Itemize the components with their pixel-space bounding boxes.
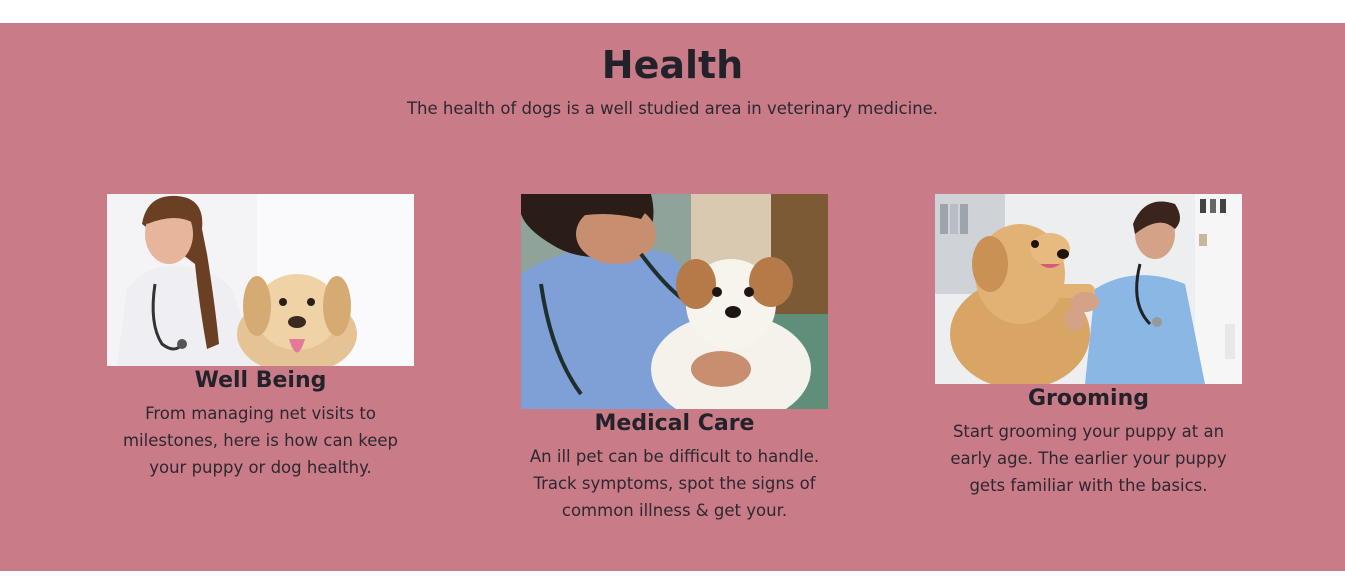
- vet-trimming-golden-retriever-nails-photo: [935, 194, 1242, 384]
- vet-holding-terrier-photo: [521, 194, 828, 409]
- vet-woman-with-labrador-photo: [107, 194, 414, 366]
- card-heading: Grooming: [1027, 386, 1149, 411]
- section-subtitle: The health of dogs is a well studied are…: [406, 99, 939, 118]
- card-well-being: Well Being From managing net visits to m…: [107, 194, 414, 481]
- card-grooming: Grooming Start grooming your puppy at an…: [935, 194, 1242, 499]
- card-heading: Medical Care: [594, 411, 755, 436]
- card-heading: Well Being: [194, 368, 327, 393]
- card-text: From managing net visits to milestones, …: [122, 404, 399, 477]
- card-text: Start grooming your puppy at an early ag…: [950, 422, 1227, 495]
- card-text: An ill pet can be difficult to handle. T…: [529, 447, 820, 520]
- health-section: Health The health of dogs is a well stud…: [0, 23, 1345, 571]
- section-title: Health: [601, 43, 744, 87]
- card-medical-care: Medical Care An ill pet can be difficult…: [521, 194, 828, 524]
